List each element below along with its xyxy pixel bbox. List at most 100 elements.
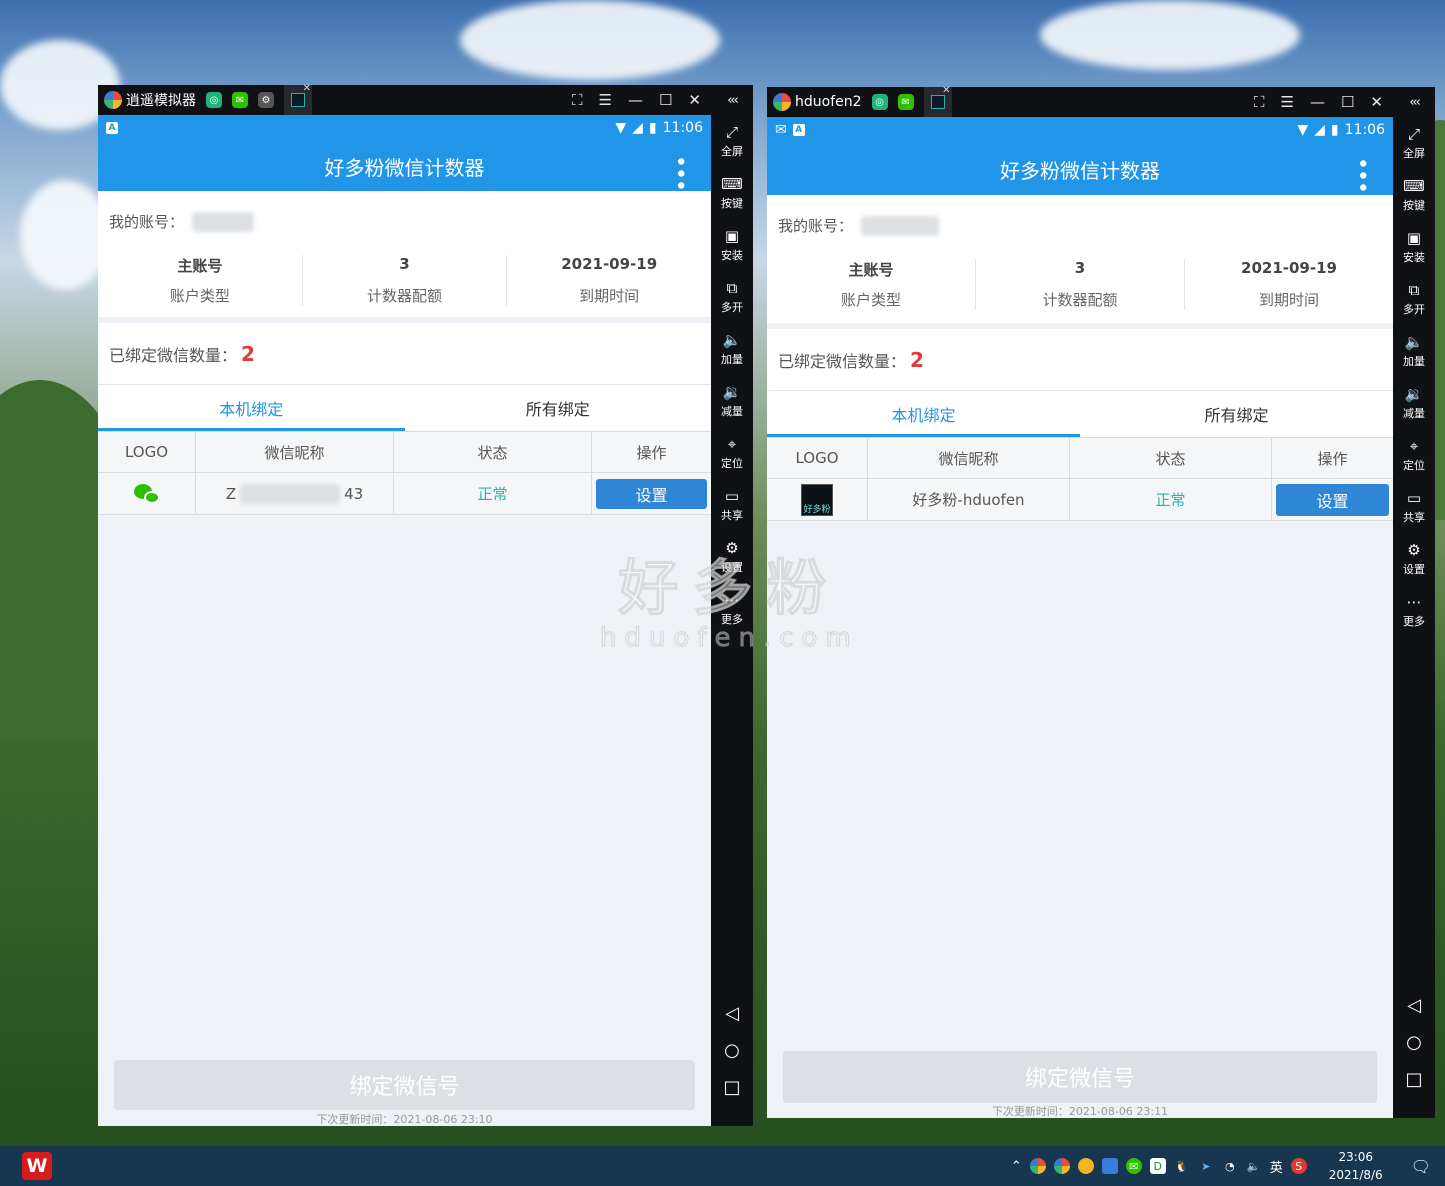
apk-icon: ▣ <box>1406 229 1422 247</box>
fullscreen-button[interactable]: ⤢ 全屏 <box>711 115 753 167</box>
system-tray: ⌃ ✉ D 🐧 ➤ ◔ 🔈 英 S 23:06 2021/8/6 🗨 <box>1011 1148 1431 1184</box>
emulator-window-2: hduofen2 ◎ ✉ ✕ ⛶ ☰ — ☐ ✕ ‹‹‹ ⤢ 全屏 ⌨ 按键 ▣ 安装… <box>767 85 1435 1118</box>
overflow-menu-icon[interactable]: ••• <box>1349 157 1374 193</box>
window-title: 逍遥模拟器 <box>126 93 196 109</box>
notification-icon[interactable]: 🗨 <box>1411 1157 1431 1176</box>
screenshot-icon[interactable]: ⛶ <box>1254 93 1265 111</box>
close-tab-icon[interactable]: ✕ <box>303 83 311 94</box>
stat-value: 主账号 <box>848 261 894 279</box>
stat-label: 到期时间 <box>1258 291 1319 309</box>
tab-all-bind[interactable]: 所有绑定 <box>405 385 712 431</box>
document-tray-icon[interactable]: D <box>1149 1158 1166 1174</box>
wechat-tab-icon[interactable]: ✉ <box>897 94 914 110</box>
account-card: 我的账号： 主账号 账户类型 3 计数器配额 2021-09-19 到期时间 <box>98 191 711 317</box>
stat-label: 计数器配额 <box>1042 291 1118 309</box>
wifi-icon[interactable]: ◔ <box>1222 1158 1238 1174</box>
emulator-tray-icon[interactable] <box>1029 1158 1046 1174</box>
cursor-tray-icon[interactable]: ➤ <box>1198 1158 1214 1174</box>
stat-account-type: 主账号 账户类型 <box>767 259 976 310</box>
volume-up-button[interactable]: 🔈 加量 <box>1393 325 1435 377</box>
app-tab-icon[interactable]: ◎ <box>871 94 888 110</box>
fullscreen-button[interactable]: ⤢ 全屏 <box>1393 117 1435 169</box>
settings-row-button[interactable]: 设置 <box>1276 484 1389 516</box>
location-button[interactable]: ⌖ 定位 <box>1393 429 1435 481</box>
bind-table: LOGO 微信昵称 状态 操作 Z 43 正常 设置 <box>98 431 711 515</box>
wifi-icon: ▼ <box>615 120 627 136</box>
volume-down-button[interactable]: 🔉 减量 <box>711 375 753 427</box>
share-folder-button[interactable]: ▭ 共享 <box>1393 481 1435 533</box>
tab-local-bind[interactable]: 本机绑定 <box>767 391 1080 437</box>
keyboard-button[interactable]: ⌨ 按键 <box>1393 169 1435 221</box>
more-icon: ⋯ <box>724 591 740 609</box>
sidebar-label: 共享 <box>721 509 743 522</box>
tab-all-bind[interactable]: 所有绑定 <box>1080 391 1393 437</box>
clock[interactable]: 23:06 2021/8/6 <box>1329 1148 1383 1184</box>
maximize-icon[interactable]: ☐ <box>1341 93 1354 111</box>
share-folder-button[interactable]: ▭ 共享 <box>711 479 753 531</box>
settings-button[interactable]: ⚙ 设置 <box>1393 533 1435 585</box>
settings-button[interactable]: ⚙ 设置 <box>711 531 753 583</box>
volume-icon[interactable]: 🔈 <box>1246 1158 1262 1174</box>
stat-value: 2021-09-19 <box>1241 259 1337 277</box>
menu-icon[interactable]: ☰ <box>599 91 612 109</box>
tab-local-bind[interactable]: 本机绑定 <box>98 385 405 431</box>
menu-icon[interactable]: ☰ <box>1281 93 1294 111</box>
maximize-icon[interactable]: ☐ <box>659 91 672 109</box>
sogou-icon[interactable]: S <box>1290 1158 1307 1174</box>
folder-icon: ▭ <box>1406 489 1422 507</box>
volume-down-button[interactable]: 🔉 减量 <box>1393 377 1435 429</box>
close-tab-icon[interactable]: ✕ <box>942 85 950 96</box>
more-button[interactable]: ⋯ 更多 <box>711 583 753 635</box>
chrome-icon[interactable] <box>1077 1158 1094 1174</box>
app-tray-icon[interactable] <box>1101 1158 1118 1174</box>
app-thumbnail-icon <box>930 95 945 109</box>
status-text: 正常 <box>394 473 592 514</box>
folder-icon: ▭ <box>724 487 740 505</box>
recent-apps-icon[interactable]: □ <box>1405 1069 1422 1090</box>
active-app-tab[interactable]: ✕ <box>284 83 312 115</box>
wechat-tab-icon[interactable]: ✉ <box>232 92 248 108</box>
collapse-sidebar-icon[interactable]: ‹‹‹ <box>1393 87 1435 117</box>
col-action: 操作 <box>592 432 711 473</box>
settings-row-button[interactable]: 设置 <box>596 479 707 509</box>
collapse-sidebar-icon[interactable]: ‹‹‹ <box>711 85 753 115</box>
wechat-tray-icon[interactable]: ✉ <box>1125 1158 1142 1174</box>
screenshot-icon[interactable]: ⛶ <box>572 91 583 109</box>
active-app-tab[interactable]: ✕ <box>923 85 952 117</box>
emulator-tray-icon[interactable] <box>1053 1158 1070 1174</box>
overflow-menu-icon[interactable]: ••• <box>667 155 692 191</box>
table-row: 好多粉 好多粉-hduofen 正常 设置 <box>767 479 1393 520</box>
back-icon[interactable]: ◁ <box>725 1003 739 1024</box>
home-icon[interactable]: ○ <box>724 1040 740 1061</box>
recent-apps-icon[interactable]: □ <box>723 1077 740 1098</box>
install-apk-button[interactable]: ▣ 安装 <box>711 219 753 271</box>
chevron-up-icon[interactable]: ⌃ <box>1011 1159 1022 1174</box>
clock-date: 2021/8/6 <box>1328 1168 1383 1182</box>
wechat-logo-icon <box>132 482 162 506</box>
close-icon[interactable]: ✕ <box>688 91 701 109</box>
bind-wechat-button[interactable]: 绑定微信号 <box>114 1060 695 1110</box>
settings-tab-icon[interactable]: ⚙ <box>258 92 274 108</box>
volume-up-button[interactable]: 🔈 加量 <box>711 323 753 375</box>
app-tab-icon[interactable]: ◎ <box>206 92 222 108</box>
multi-open-button[interactable]: ⧉ 多开 <box>1393 273 1435 325</box>
minimize-icon[interactable]: — <box>628 91 643 109</box>
wps-icon[interactable]: W <box>22 1152 52 1180</box>
minimize-icon[interactable]: — <box>1310 93 1325 111</box>
status-bar: A ▼ ◢ ▮ 11:06 <box>98 115 711 141</box>
keyboard-button[interactable]: ⌨ 按键 <box>711 167 753 219</box>
install-apk-button[interactable]: ▣ 安装 <box>1393 221 1435 273</box>
account-label: 我的账号： <box>778 217 854 235</box>
bind-wechat-button[interactable]: 绑定微信号 <box>783 1051 1377 1103</box>
home-icon[interactable]: ○ <box>1406 1032 1422 1053</box>
qq-icon[interactable]: 🐧 <box>1174 1158 1190 1174</box>
location-button[interactable]: ⌖ 定位 <box>711 427 753 479</box>
bound-count-row: 已绑定微信数量： 2 <box>98 323 711 385</box>
app-bar: 好多粉微信计数器 ••• <box>98 141 711 191</box>
multi-open-button[interactable]: ⧉ 多开 <box>711 271 753 323</box>
ime-indicator[interactable]: 英 <box>1270 1157 1283 1176</box>
more-button[interactable]: ⋯ 更多 <box>1393 585 1435 637</box>
col-action: 操作 <box>1272 438 1393 479</box>
back-icon[interactable]: ◁ <box>1407 995 1421 1016</box>
close-icon[interactable]: ✕ <box>1370 93 1383 111</box>
